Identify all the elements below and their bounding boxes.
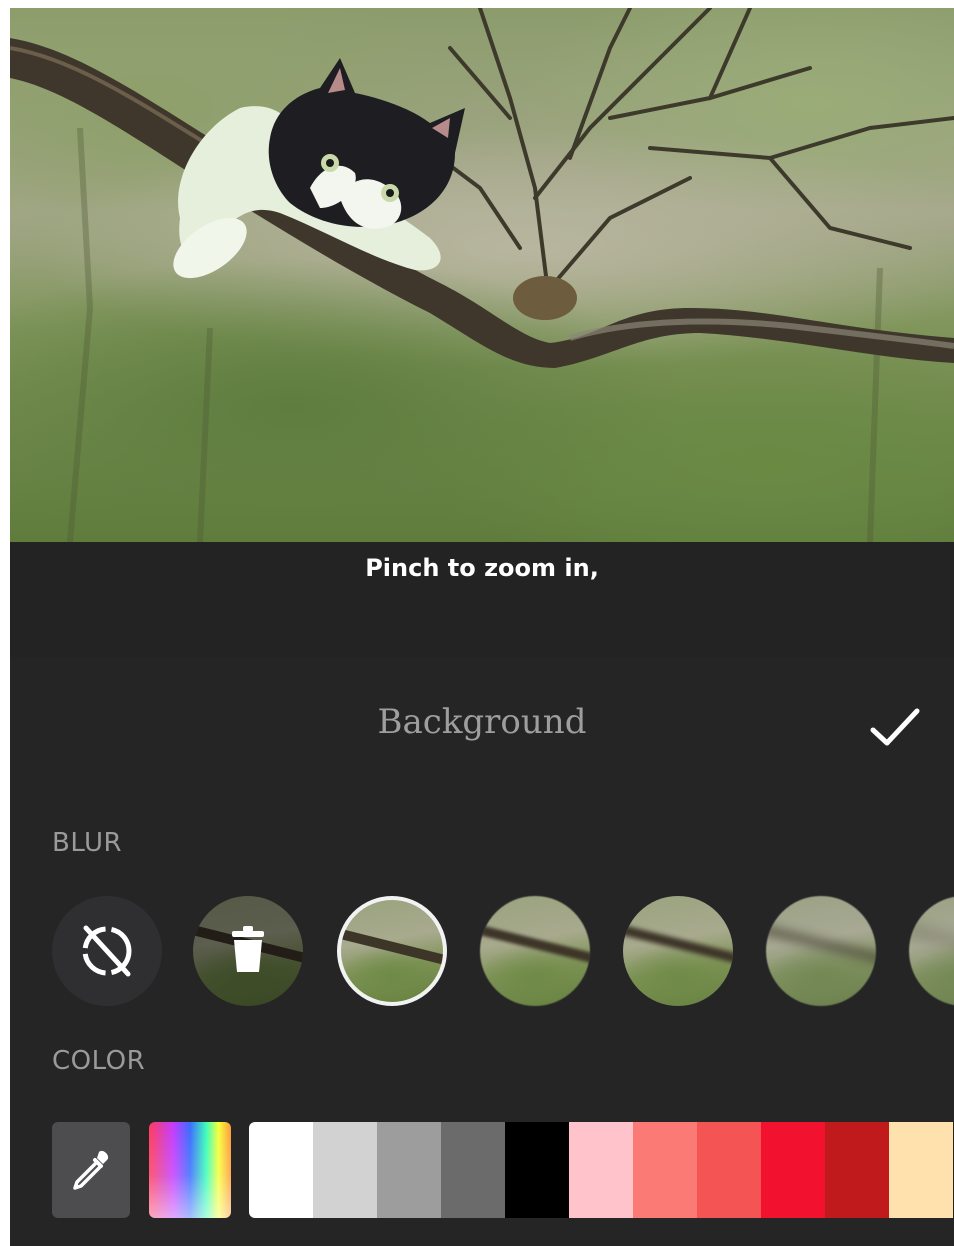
- panel-title: Background: [377, 702, 587, 742]
- eyedropper-button[interactable]: [52, 1122, 130, 1218]
- thumb-branch: [623, 923, 733, 967]
- thumb-branch: [193, 923, 303, 967]
- color-swatch[interactable]: [697, 1122, 761, 1218]
- color-swatch[interactable]: [633, 1122, 697, 1218]
- color-swatch[interactable]: [569, 1122, 633, 1218]
- background-editor-screen: Pinch to zoom in, Background BLUR COLOR: [10, 8, 954, 1246]
- color-swatch[interactable]: [889, 1122, 953, 1218]
- blur-section-label: BLUR: [52, 828, 123, 858]
- thumb-branch: [480, 923, 590, 967]
- color-swatch[interactable]: [313, 1122, 377, 1218]
- thumb-branch: [909, 923, 954, 967]
- thumb-branch: [766, 923, 876, 967]
- photo-preview[interactable]: [10, 8, 954, 542]
- pinch-hint-text: Pinch to zoom in,: [365, 554, 599, 582]
- no-blur-icon: [82, 925, 132, 977]
- no-blur-button[interactable]: [52, 896, 162, 1006]
- color-swatch[interactable]: [249, 1122, 313, 1218]
- blur-level-1-option[interactable]: [337, 896, 447, 1006]
- blur-level-2-option[interactable]: [480, 896, 590, 1006]
- color-swatch[interactable]: [441, 1122, 505, 1218]
- color-swatches: [249, 1122, 953, 1218]
- blur-level-4-option[interactable]: [766, 896, 876, 1006]
- color-swatch[interactable]: [761, 1122, 825, 1218]
- eyedropper-icon: [73, 1150, 109, 1190]
- check-icon: [870, 708, 920, 746]
- thumb-branch: [341, 927, 443, 971]
- confirm-button[interactable]: [865, 698, 925, 758]
- remove-blur-button[interactable]: [193, 896, 303, 1006]
- color-swatch[interactable]: [825, 1122, 889, 1218]
- color-section-label: COLOR: [52, 1046, 146, 1076]
- cat-on-branch-illustration: [10, 8, 954, 542]
- blur-level-3-option[interactable]: [623, 896, 733, 1006]
- rainbow-color-picker[interactable]: [149, 1122, 231, 1218]
- color-swatch[interactable]: [505, 1122, 569, 1218]
- color-swatch[interactable]: [377, 1122, 441, 1218]
